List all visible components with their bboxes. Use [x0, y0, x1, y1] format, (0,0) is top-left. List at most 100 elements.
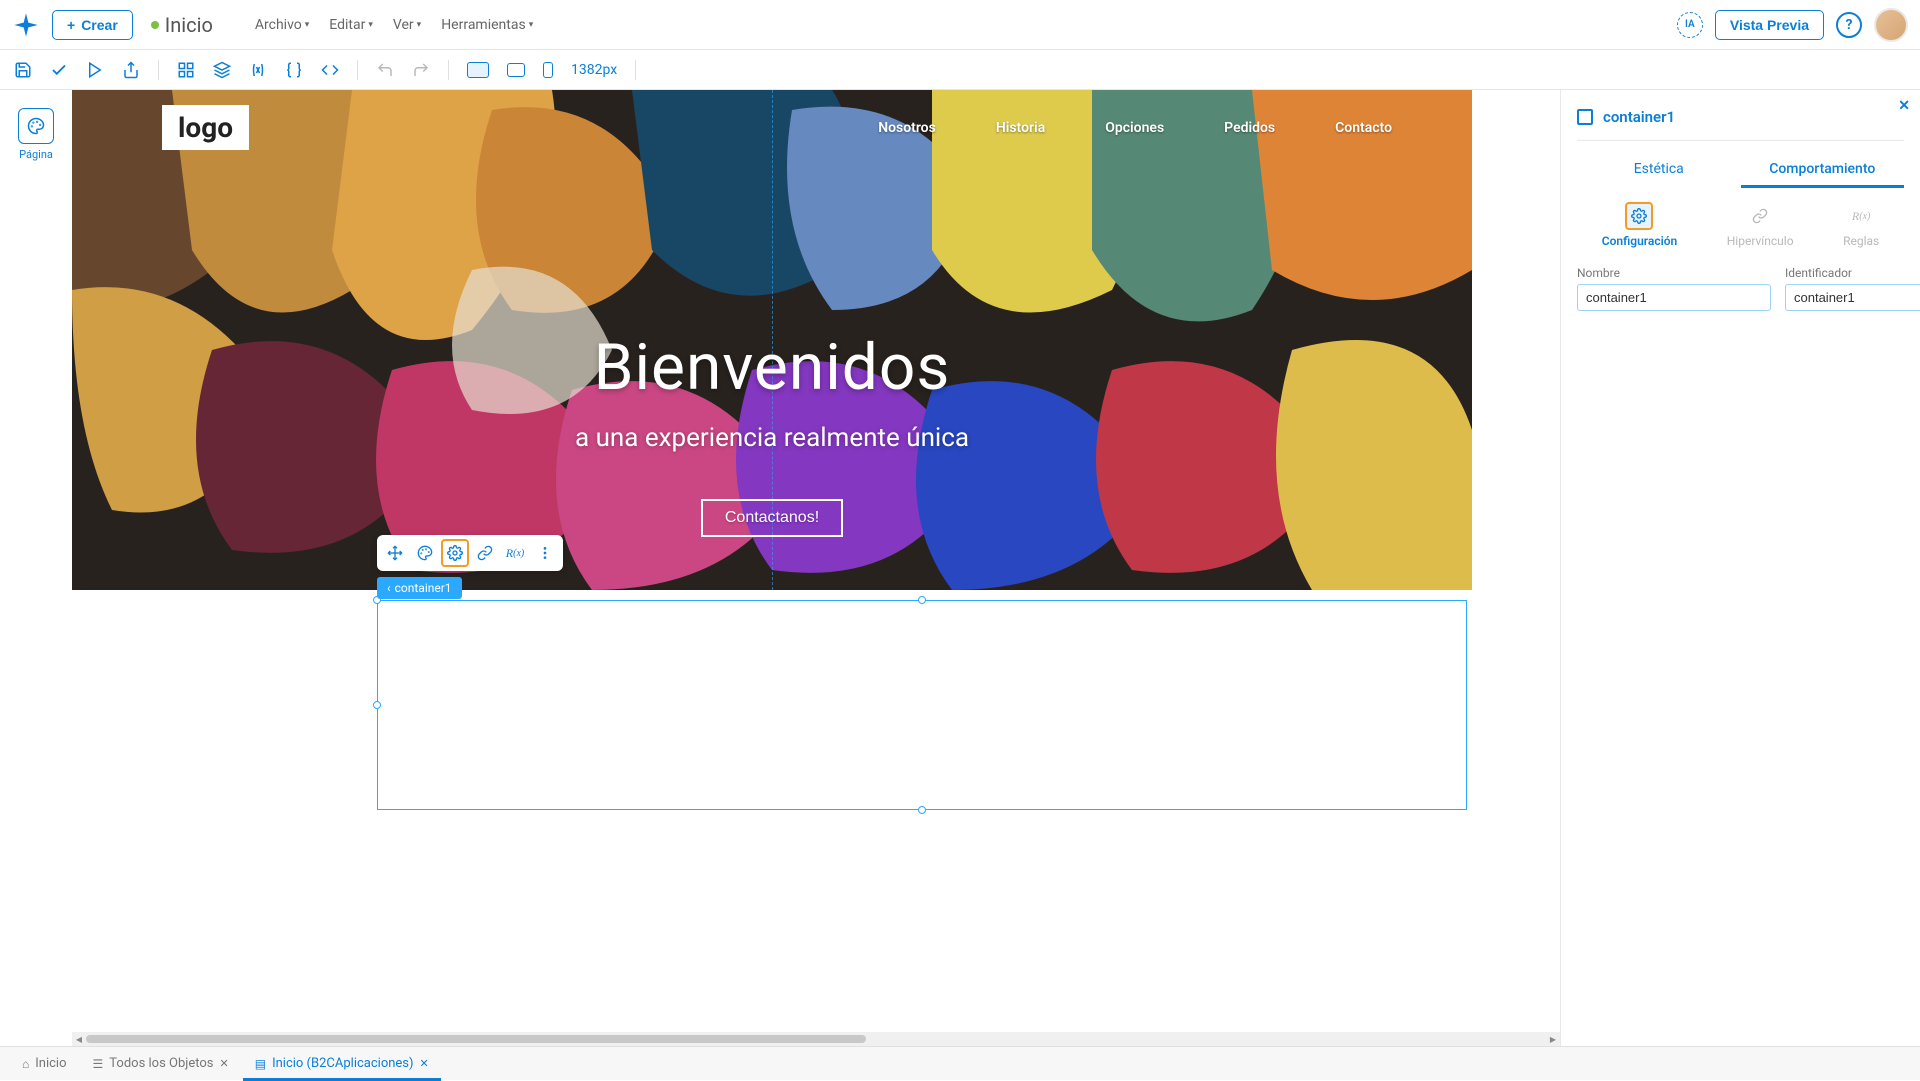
ai-label: IA	[1685, 19, 1695, 30]
menu-tools[interactable]: Herramientas▾	[441, 17, 533, 33]
create-button[interactable]: + Crear	[52, 10, 133, 40]
palette-icon[interactable]	[411, 539, 439, 567]
page-theme-button[interactable]	[18, 108, 54, 144]
menu-file-label: Archivo	[255, 17, 302, 33]
panel-header: container1	[1577, 102, 1904, 141]
hero-section[interactable]: logo Nosotros Historia Opciones Pedidos …	[72, 90, 1472, 590]
preview-button[interactable]: Vista Previa	[1715, 10, 1824, 40]
menu-file[interactable]: Archivo▾	[255, 17, 309, 33]
rules-icon[interactable]: R(x)	[501, 539, 529, 567]
redo-icon[interactable]	[412, 61, 430, 79]
tab-behavior[interactable]: Comportamiento	[1741, 153, 1905, 188]
form-row: Nombre Identificador	[1577, 266, 1904, 311]
subtab-rules[interactable]: R(x) Reglas	[1843, 202, 1879, 248]
nav-about[interactable]: Nosotros	[878, 120, 936, 136]
bottom-tab-all-objects[interactable]: ☰ Todos los Objetos ✕	[81, 1047, 241, 1081]
home-icon: ⌂	[22, 1057, 29, 1071]
subtab-configuration[interactable]: Configuración	[1602, 202, 1677, 248]
braces-icon[interactable]	[285, 61, 303, 79]
hero-title[interactable]: Bienvenidos	[72, 330, 1472, 405]
layers-icon[interactable]	[213, 61, 231, 79]
close-panel-icon[interactable]: ✕	[1898, 98, 1910, 114]
rules-icon: R(x)	[1847, 202, 1875, 230]
id-input[interactable]	[1785, 284, 1920, 311]
nav-contact[interactable]: Contacto	[1335, 120, 1392, 136]
hero-center: Bienvenidos a una experiencia realmente …	[72, 330, 1472, 537]
settings-icon[interactable]	[441, 539, 469, 567]
nav-orders[interactable]: Pedidos	[1224, 120, 1275, 136]
grid-icon[interactable]	[177, 61, 195, 79]
id-field-group: Identificador	[1785, 266, 1920, 311]
code-icon[interactable]	[321, 61, 339, 79]
device-mobile-icon[interactable]	[543, 62, 553, 78]
toolbar: 1382px	[0, 50, 1920, 90]
separator	[158, 60, 159, 80]
canvas-inner: logo Nosotros Historia Opciones Pedidos …	[72, 90, 1472, 1046]
page-name-display[interactable]: Inicio	[151, 13, 213, 37]
hero-subtitle[interactable]: a una experiencia realmente única	[72, 423, 1472, 453]
id-label: Identificador	[1785, 266, 1920, 280]
hero-cta-button[interactable]: Contactanos!	[701, 499, 843, 537]
ai-badge[interactable]: IA	[1677, 12, 1703, 38]
resize-handle[interactable]	[373, 701, 381, 709]
play-icon[interactable]	[86, 61, 104, 79]
name-input[interactable]	[1577, 284, 1771, 311]
link-icon	[1746, 202, 1774, 230]
name-label: Nombre	[1577, 266, 1771, 280]
selection-breadcrumb[interactable]: ‹ container1	[377, 577, 462, 599]
menu-edit-label: Editar	[329, 17, 365, 33]
viewport-width-display: 1382px	[571, 62, 617, 78]
bottom-tab-home[interactable]: ⌂ Inicio	[10, 1047, 79, 1081]
move-icon[interactable]	[381, 539, 409, 567]
close-icon[interactable]: ✕	[420, 1057, 429, 1070]
horizontal-scrollbar[interactable]: ◀ ▶	[72, 1032, 1560, 1046]
scroll-left-icon[interactable]: ◀	[72, 1032, 86, 1046]
chevron-left-icon: ‹	[387, 581, 391, 595]
subtab-label: Configuración	[1602, 234, 1677, 248]
share-icon[interactable]	[122, 61, 140, 79]
menu-view-label: Ver	[393, 17, 414, 33]
save-icon[interactable]	[14, 61, 32, 79]
separator	[635, 60, 636, 80]
menu-edit[interactable]: Editar▾	[329, 17, 373, 33]
undo-icon[interactable]	[376, 61, 394, 79]
app-logo-icon[interactable]	[12, 11, 40, 39]
bottom-tab-active-page[interactable]: ▤ Inicio (B2CAplicaciones) ✕	[243, 1047, 441, 1081]
site-logo[interactable]: logo	[162, 105, 249, 150]
resize-handle[interactable]	[918, 596, 926, 604]
status-dot-icon	[151, 21, 159, 29]
subtab-label: Reglas	[1843, 234, 1879, 248]
name-field-group: Nombre	[1577, 266, 1771, 311]
canvas-area[interactable]: logo Nosotros Historia Opciones Pedidos …	[72, 90, 1560, 1046]
separator	[448, 60, 449, 80]
selected-container[interactable]	[377, 600, 1467, 810]
hero-nav: logo Nosotros Historia Opciones Pedidos …	[72, 105, 1472, 150]
link-icon[interactable]	[471, 539, 499, 567]
gear-icon	[1625, 202, 1653, 230]
nav-history[interactable]: Historia	[996, 120, 1045, 136]
check-icon[interactable]	[50, 61, 68, 79]
plus-icon: +	[67, 17, 75, 33]
help-icon[interactable]: ?	[1836, 12, 1862, 38]
device-desktop-icon[interactable]	[467, 62, 489, 78]
variables-icon[interactable]	[249, 61, 267, 79]
left-gutter: Página	[0, 90, 72, 1046]
selection-tag-label: container1	[395, 581, 452, 595]
list-icon: ☰	[93, 1057, 104, 1071]
user-avatar[interactable]	[1874, 8, 1908, 42]
resize-handle[interactable]	[918, 806, 926, 814]
device-tablet-icon[interactable]	[507, 63, 525, 77]
menu-bar: Archivo▾ Editar▾ Ver▾ Herramientas▾	[255, 17, 533, 33]
subtab-hyperlink[interactable]: Hipervínculo	[1727, 202, 1794, 248]
separator	[357, 60, 358, 80]
more-icon[interactable]	[531, 539, 559, 567]
tab-aesthetics[interactable]: Estética	[1577, 153, 1741, 188]
chevron-down-icon: ▾	[417, 20, 422, 30]
close-icon[interactable]: ✕	[220, 1057, 229, 1070]
panel-title: container1	[1603, 108, 1675, 126]
scroll-right-icon[interactable]: ▶	[1546, 1032, 1560, 1046]
page-label: Página	[19, 148, 53, 161]
chevron-down-icon: ▾	[305, 20, 310, 30]
menu-view[interactable]: Ver▾	[393, 17, 421, 33]
nav-options[interactable]: Opciones	[1105, 120, 1164, 136]
